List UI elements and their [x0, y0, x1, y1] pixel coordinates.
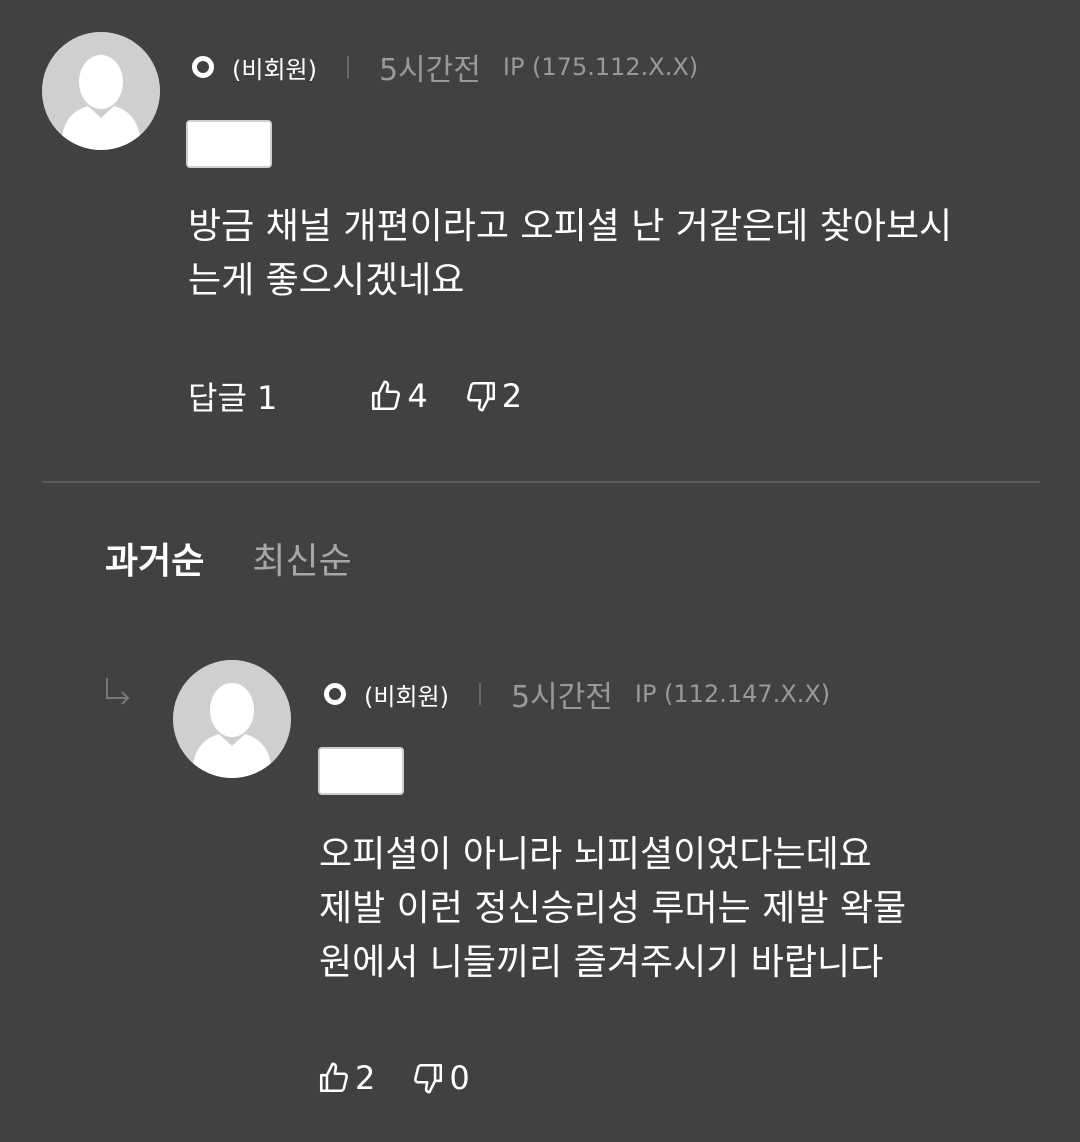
person-silhouette-icon [173, 660, 291, 778]
avatar[interactable] [42, 32, 160, 150]
reply-avatar[interactable] [173, 660, 291, 778]
dislike-count: 2 [501, 377, 523, 415]
comment-body: 방금 채널 개편이라고 오피셜 난 거같은데 찾아보시 는게 좋으시겠네요 [188, 206, 953, 301]
thumbs-down-icon [414, 1063, 443, 1094]
like-button[interactable]: 4 [369, 377, 428, 415]
comment-meta: (비회원) 5시간전 IP (175.112.X.X) [192, 50, 699, 88]
nickname[interactable]: (비회원) [232, 50, 317, 85]
ring-icon [192, 56, 214, 78]
reply-user-badge [318, 747, 404, 795]
thumbs-up-icon [372, 380, 401, 411]
reply-timestamp: 5시간전 [510, 680, 613, 715]
divider [42, 481, 1040, 483]
ip-address: IP (175.112.X.X) [502, 53, 699, 81]
reply-count-button[interactable]: 답글 1 [188, 373, 277, 419]
user-badge [186, 120, 272, 168]
separator [478, 683, 481, 705]
reply-like-button[interactable]: 2 [317, 1059, 375, 1097]
person-silhouette-icon [42, 32, 160, 150]
tab-oldest[interactable]: 과거순 [105, 532, 204, 584]
comment-section: (비회원) 5시간전 IP (175.112.X.X) 방금 채널 개편이라고 … [0, 0, 1080, 1142]
reply-meta: (비회원) 5시간전 IP (112.147.X.X) [324, 677, 831, 715]
like-count: 4 [407, 377, 428, 415]
tab-newest[interactable]: 최신순 [252, 532, 351, 584]
separator [346, 56, 349, 78]
reply-ip-address: IP (112.147.X.X) [634, 680, 831, 708]
reply-body: 오피셜이 아니라 뇌피셜이었다는데요 제발 이런 정신승리성 루머는 제발 왁물… [319, 834, 907, 983]
reply-nickname[interactable]: (비회원) [364, 677, 449, 712]
thumbs-down-icon [466, 381, 495, 412]
reply-dislike-button[interactable]: 0 [411, 1059, 470, 1097]
dislike-button[interactable]: 2 [464, 377, 522, 415]
ring-icon [324, 683, 346, 705]
comment-actions: 답글 1 4 2 [188, 374, 522, 418]
reply-like-count: 2 [355, 1059, 376, 1097]
reply-actions: 2 0 [317, 1056, 470, 1100]
thumbs-up-icon [319, 1062, 348, 1093]
reply-dislike-count: 0 [449, 1059, 470, 1097]
reply-arrow-icon [106, 678, 130, 705]
timestamp: 5시간전 [378, 53, 481, 88]
sort-tabs: 과거순 최신순 [105, 532, 352, 584]
